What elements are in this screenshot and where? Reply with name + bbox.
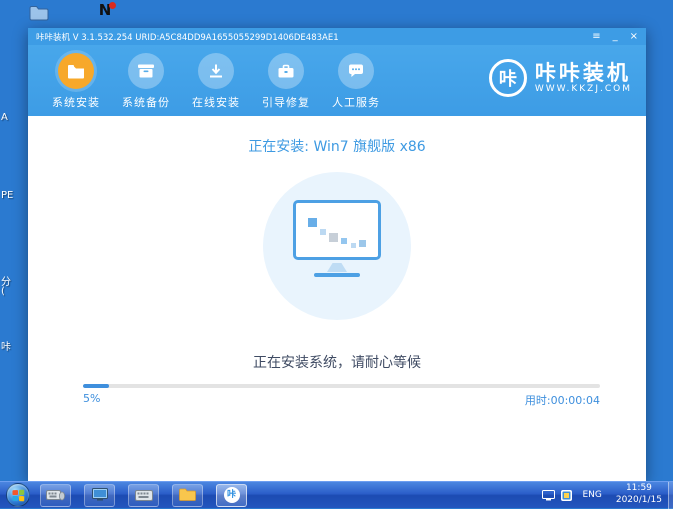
tray-ime-icon[interactable]	[561, 489, 573, 501]
clock-date: 2020/1/15	[615, 495, 662, 505]
show-desktop-button[interactable]	[668, 481, 673, 509]
clock[interactable]: 11:59 2020/1/15	[616, 483, 662, 506]
menu-button[interactable]: ≡	[592, 28, 600, 45]
tray-network-icon[interactable]	[542, 489, 556, 501]
keyboard-icon	[134, 486, 153, 505]
brand-logo: 咔 咔咔装机 WWW.KKZJ.COM	[488, 53, 632, 97]
nav-item-system-backup[interactable]: 系统备份	[114, 53, 178, 110]
start-button[interactable]	[6, 483, 30, 507]
nav-item-label: 系统安装	[52, 96, 100, 109]
system-tray: ENG 11:59 2020/1/15	[542, 481, 673, 509]
desktop-n-shortcut[interactable]: N	[96, 1, 116, 19]
folder-install-icon	[58, 53, 94, 89]
brand-site: WWW.KKZJ.COM	[534, 84, 632, 95]
nav-item-label: 在线安装	[192, 96, 240, 109]
nav-item-label: 引导修复	[262, 96, 310, 109]
close-button[interactable]: ×	[630, 28, 638, 45]
clock-time: 11:59	[625, 483, 652, 494]
nav-item-boot-repair[interactable]: 引导修复	[254, 53, 318, 110]
installing-title: 正在安装: Win7 旗舰版 x86	[248, 139, 426, 155]
desktop-label-fragment: A	[1, 112, 8, 123]
backup-box-icon	[128, 53, 164, 89]
keyboard-mouse-icon	[46, 486, 65, 505]
nav-item-online-install[interactable]: 在线安装	[184, 53, 248, 110]
taskbar-kaka-app-button[interactable]: 咔	[216, 483, 247, 507]
desktop-label-fragment: PE	[1, 190, 14, 201]
nav-item-label: 人工服务	[332, 96, 380, 109]
progress-fill	[83, 384, 109, 388]
install-panel: 正在安装: Win7 旗舰版 x86 正在安装系统，请耐心等候 5% 用时:00…	[28, 116, 646, 481]
taskbar: 咔 ENG 11:59 2020/1/15	[0, 481, 673, 509]
brand-name: 咔咔装机	[534, 60, 631, 85]
logo-badge-icon: 咔	[488, 59, 527, 97]
nav-item-label: 系统备份	[122, 96, 170, 109]
windows-flag-icon	[12, 489, 25, 501]
red-badge-icon	[109, 2, 116, 9]
minimize-button[interactable]: _	[613, 28, 618, 45]
desktop-folder-shortcut[interactable]	[29, 5, 49, 25]
taskbar-explorer-button[interactable]	[172, 483, 203, 507]
nav-item-live-support[interactable]: 人工服务	[324, 53, 388, 110]
progress-percent: 5%	[83, 392, 101, 405]
titlebar: 咔咔装机 V 3.1.532.254 URID:A5C84DD9A1655055…	[28, 28, 646, 45]
desktop-label-fragment: 咔	[1, 342, 11, 353]
language-indicator[interactable]: ENG	[582, 490, 601, 500]
monitor-icon	[91, 486, 108, 505]
taskbar-input-devices-button[interactable]	[40, 483, 71, 507]
taskbar-display-button[interactable]	[84, 483, 115, 507]
monitor-illustration-icon	[293, 200, 381, 260]
chat-icon	[338, 53, 374, 89]
progress-bar	[83, 384, 600, 388]
folder-icon	[29, 6, 49, 25]
download-icon	[198, 53, 234, 89]
kaka-installer-window: 咔咔装机 V 3.1.532.254 URID:A5C84DD9A1655055…	[28, 28, 646, 481]
toolbox-icon	[268, 53, 304, 89]
nav-item-system-install[interactable]: 系统安装	[44, 53, 108, 110]
desktop-label-fragment: (	[1, 286, 5, 297]
kaka-app-icon: 咔	[223, 487, 240, 503]
folder-icon	[179, 486, 196, 505]
install-illustration	[263, 172, 411, 320]
taskbar-keyboard-button[interactable]	[128, 483, 159, 507]
navbar: 系统安装 系统备份 在线安装 引导修复 人工服务 咔 咔咔装机 WWW.KKZJ…	[28, 45, 646, 116]
monitor-stand	[327, 263, 347, 272]
elapsed-time: 用时:00:00:04	[524, 394, 600, 407]
monitor-base	[314, 273, 360, 277]
status-text: 正在安装系统，请耐心等候	[253, 355, 421, 371]
window-title: 咔咔装机 V 3.1.532.254 URID:A5C84DD9A1655055…	[36, 32, 339, 43]
